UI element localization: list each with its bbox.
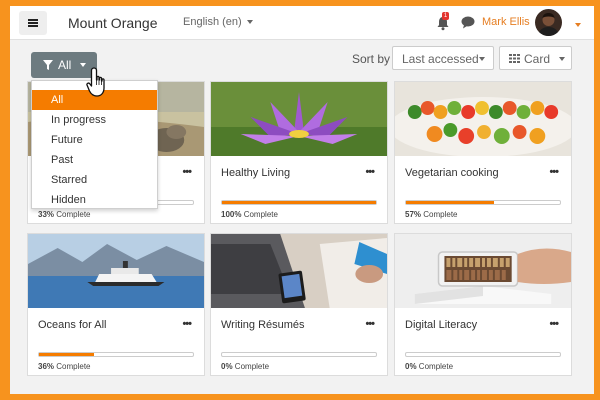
more-icon[interactable]: ••• (549, 166, 559, 178)
view-value: Card (524, 52, 551, 66)
view-select[interactable]: Card (499, 46, 572, 70)
grid-icon (509, 54, 520, 63)
chevron-down-icon (559, 57, 565, 61)
course-title[interactable]: Vegetarian cooking (405, 167, 499, 179)
course-image (395, 234, 571, 308)
progress-fill (222, 201, 376, 204)
language-label: English (en) (183, 16, 242, 28)
course-image (28, 234, 204, 308)
more-icon[interactable]: ••• (182, 318, 192, 330)
chevron-down-icon (246, 20, 253, 25)
filter-option-starred[interactable]: Starred (32, 170, 157, 190)
site-name[interactable]: Mount Orange (68, 15, 158, 31)
course-title[interactable]: Writing Résumés (221, 319, 305, 331)
course-title[interactable]: Healthy Living (221, 167, 290, 179)
filter-label: All (58, 58, 72, 72)
course-image (211, 234, 387, 308)
progress-fill (406, 201, 494, 204)
course-card[interactable]: Digital Literacy ••• 0% Complete (394, 233, 572, 376)
progress-bar (405, 352, 561, 357)
course-card[interactable]: Writing Résumés ••• 0% Complete (210, 233, 388, 376)
course-card[interactable]: Oceans for All ••• 36% Complete (27, 233, 205, 376)
course-card[interactable]: Healthy Living ••• 100% Complete (210, 81, 388, 224)
progress-text: 0% Complete (221, 362, 270, 371)
filter-option-in-progress[interactable]: In progress (32, 110, 157, 130)
funnel-icon (43, 60, 53, 70)
notification-badge: 1 (442, 12, 449, 20)
filter-option-past[interactable]: Past (32, 150, 157, 170)
more-icon[interactable]: ••• (365, 318, 375, 330)
course-title[interactable]: Digital Literacy (405, 319, 477, 331)
language-menu[interactable]: English (en) (183, 16, 253, 28)
sort-value: Last accessed (402, 52, 479, 66)
sort-label: Sort by (352, 52, 391, 66)
course-card[interactable]: Vegetarian cooking ••• 57% Complete (394, 81, 572, 224)
menu-button[interactable] (19, 11, 47, 35)
more-icon[interactable]: ••• (549, 318, 559, 330)
progress-text: 100% Complete (221, 210, 278, 219)
progress-bar (221, 352, 377, 357)
progress-bar (405, 200, 561, 205)
filter-option-future[interactable]: Future (32, 130, 157, 150)
chat-icon[interactable] (461, 16, 475, 29)
progress-text: 0% Complete (405, 362, 454, 371)
avatar[interactable] (535, 9, 562, 36)
chevron-down-icon (479, 57, 485, 61)
course-image (211, 82, 387, 156)
progress-bar (38, 352, 194, 357)
navbar: Mount Orange English (en) 1 Mark Ellis (10, 6, 594, 40)
sort-select[interactable]: Last accessed (392, 46, 494, 70)
progress-text: 57% Complete (405, 210, 458, 219)
more-icon[interactable]: ••• (182, 166, 192, 178)
menu-icon (28, 19, 38, 21)
course-image (395, 82, 571, 156)
course-title[interactable]: Oceans for All (38, 319, 106, 331)
progress-fill (39, 353, 95, 356)
progress-text: 33% Complete (38, 210, 91, 219)
filter-option-hidden[interactable]: Hidden (32, 190, 157, 210)
user-menu-chevron-icon[interactable] (575, 16, 581, 34)
app-frame: Mount Orange English (en) 1 Mark Ellis A… (10, 6, 594, 394)
hand-pointer-icon (86, 67, 105, 97)
progress-bar (221, 200, 377, 205)
progress-text: 36% Complete (38, 362, 91, 371)
more-icon[interactable]: ••• (365, 166, 375, 178)
user-name[interactable]: Mark Ellis (482, 16, 530, 28)
